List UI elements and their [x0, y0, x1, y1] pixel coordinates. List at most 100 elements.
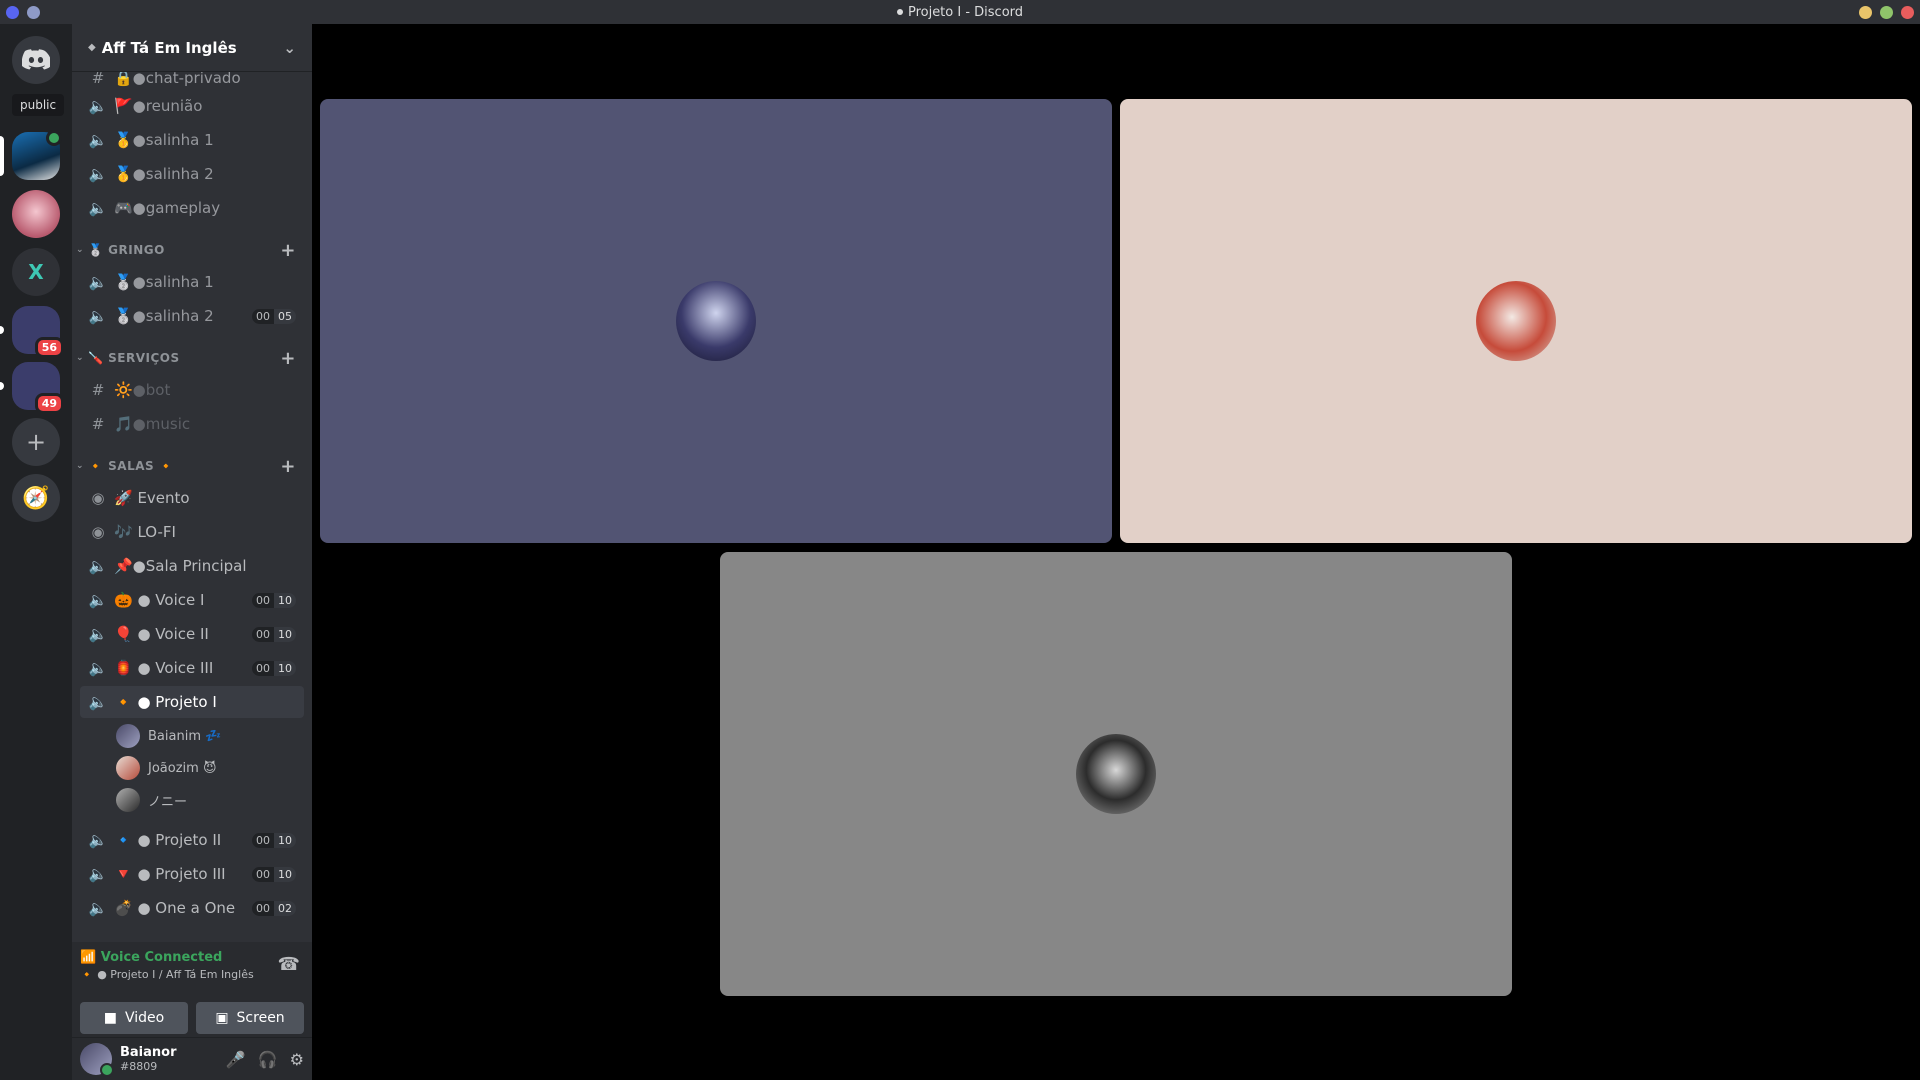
avatar	[116, 756, 140, 780]
voice-channel-icon: 🔈	[88, 899, 108, 917]
avatar	[116, 724, 140, 748]
voice-channel-icon: 🔈	[88, 625, 108, 643]
channel-gameplay[interactable]: 🔈 🎮●gameplay	[80, 192, 304, 224]
pin-window-icon[interactable]	[27, 5, 40, 19]
voice-user-joaozim[interactable]: Joãozim 😈	[116, 754, 217, 782]
create-channel-button[interactable]: +	[280, 240, 296, 261]
voice-locked-icon: 🔈	[88, 97, 108, 115]
channel-sidebar: ◆ Aff Tá Em Inglês ⌄ # 🔒●chat-privado 🔈 …	[72, 24, 312, 1080]
channel-one-a-one[interactable]: 🔈 💣 ● One a One 00 02	[80, 892, 304, 924]
voice-user-noni[interactable]: ノニー	[116, 786, 187, 814]
video-button[interactable]: ■ Video	[80, 1002, 188, 1034]
user-count-badge: 00 10	[252, 832, 296, 848]
avatar	[116, 788, 140, 812]
explore-servers-button[interactable]: 🧭	[12, 474, 60, 522]
window-titlebar: Projeto I - Discord	[0, 0, 1920, 24]
microphone-icon[interactable]: 🎤	[226, 1050, 246, 1069]
user-count-badge: 00 10	[252, 866, 296, 882]
create-channel-button[interactable]: +	[280, 456, 296, 477]
channel-gringo-salinha-1[interactable]: 🔈 🥈●salinha 1	[80, 266, 304, 298]
voice-locked-icon: 🔈	[88, 165, 108, 183]
channel-bot[interactable]: # 🔆●bot	[80, 374, 304, 406]
voice-indicator-icon	[46, 130, 62, 146]
camera-icon: ■	[103, 1010, 117, 1026]
voice-locked-icon: 🔈	[88, 199, 108, 217]
voice-channel-path[interactable]: 🔸 ● Projeto I / Aff Tá Em Inglês	[80, 968, 254, 981]
channel-projeto-ii[interactable]: 🔈 🔹 ● Projeto II 00 10	[80, 824, 304, 856]
minimize-button[interactable]	[1859, 5, 1872, 19]
code-x-icon: X	[28, 260, 44, 284]
channel-list: # 🔒●chat-privado 🔈 🚩●reunião 🔈 🥇●salinha…	[72, 72, 312, 942]
channel-reuniao[interactable]: 🔈 🚩●reunião	[80, 90, 304, 122]
avatar	[1476, 281, 1556, 361]
server-vscode[interactable]: X	[12, 248, 60, 296]
voice-locked-icon: 🔈	[88, 131, 108, 149]
plus-icon: +	[25, 428, 47, 456]
chevron-down-icon: ⌄	[76, 461, 85, 471]
stage-channel-icon: ◉	[91, 523, 105, 541]
headphones-icon[interactable]: 🎧	[258, 1050, 278, 1069]
server-tooltip: public	[12, 94, 65, 116]
home-button[interactable]	[12, 36, 60, 84]
participant-tile-joaozim[interactable]	[1120, 99, 1912, 543]
user-count-badge: 00 10	[252, 660, 296, 676]
selected-server-pill	[0, 136, 4, 176]
user-count-badge: 00 10	[252, 592, 296, 608]
username: Baianor	[120, 1045, 177, 1060]
chevron-down-icon: ⌄	[76, 353, 85, 363]
channel-voice-ii[interactable]: 🔈 🎈 ● Voice II 00 10	[80, 618, 304, 650]
maximize-button[interactable]	[1880, 5, 1893, 19]
channel-evento[interactable]: ◉ 🚀 Evento	[80, 482, 304, 514]
server-anime-avatar[interactable]	[12, 190, 60, 238]
channel-voice-iii[interactable]: 🔈 🏮 ● Voice III 00 10	[80, 652, 304, 684]
text-channel-icon: #	[91, 381, 105, 399]
category-gringo[interactable]: ⌄ 🥈 GRINGO +	[72, 240, 312, 261]
voice-connection-panel: 📶 Voice Connected 🔸 ● Projeto I / Aff Tá…	[72, 942, 312, 1038]
channel-salinha-1[interactable]: 🔈 🥇●salinha 1	[80, 124, 304, 156]
gear-icon[interactable]: ⚙	[290, 1050, 304, 1069]
channel-gringo-salinha-2[interactable]: 🔈 🥈●salinha 2 00 05	[80, 300, 304, 332]
signal-icon: 📶	[80, 950, 97, 965]
compass-icon: 🧭	[22, 485, 50, 511]
server-folder-2[interactable]: 49	[12, 362, 64, 414]
guild-header[interactable]: ◆ Aff Tá Em Inglês ⌄	[72, 24, 312, 72]
channel-projeto-iii[interactable]: 🔈 🔻 ● Projeto III 00 10	[80, 858, 304, 890]
disconnect-icon[interactable]: ☎	[278, 954, 300, 975]
user-tag: #8809	[120, 1060, 158, 1073]
category-servicos[interactable]: ⌄ 🪛 SERVIÇOS +	[72, 348, 312, 369]
voice-status[interactable]: 📶 Voice Connected	[80, 950, 222, 965]
guild-verified-icon: ◆	[88, 42, 96, 53]
close-button[interactable]	[1901, 5, 1914, 19]
text-channel-icon: #	[91, 72, 105, 87]
user-info[interactable]: Baianor #8809	[120, 1045, 177, 1073]
unread-pill	[0, 326, 4, 334]
channel-sala-principal[interactable]: 🔈 📌●Sala Principal	[80, 550, 304, 582]
participant-tile-noni[interactable]	[720, 552, 1512, 996]
server-folder-1[interactable]: 56	[12, 306, 64, 358]
chevron-down-icon: ⌄	[76, 245, 85, 255]
channel-salinha-2[interactable]: 🔈 🥇●salinha 2	[80, 158, 304, 190]
participant-tile-baianim[interactable]	[320, 99, 1112, 543]
channel-projeto-i[interactable]: 🔈 🔸 ● Projeto I	[80, 686, 304, 718]
channel-lofi[interactable]: ◉ 🎶 LO-FI	[80, 516, 304, 548]
avatar	[1076, 734, 1156, 814]
channel-voice-i[interactable]: 🔈 🎃 ● Voice I 00 10	[80, 584, 304, 616]
add-server-button[interactable]: +	[12, 418, 60, 466]
server-aff-ta-em-ingles[interactable]	[12, 130, 62, 180]
avatar[interactable]	[80, 1043, 114, 1077]
voice-user-baianim[interactable]: Baianim 💤	[116, 722, 221, 750]
create-channel-button[interactable]: +	[280, 348, 296, 369]
user-count-badge: 00 05	[252, 308, 296, 324]
server-rail: public X 56 49 + 🧭	[0, 24, 72, 1080]
chevron-down-icon: ⌄	[283, 38, 296, 57]
channel-music[interactable]: # 🎵●music	[80, 408, 304, 440]
user-panel: Baianor #8809 🎤 🎧 ⚙	[72, 1038, 312, 1080]
screen-icon: ▣	[215, 1010, 229, 1026]
category-salas[interactable]: ⌄ 🔸 SALAS 🔸 +	[72, 456, 312, 477]
mention-badge: 56	[34, 337, 64, 358]
avatar	[676, 281, 756, 361]
voice-channel-icon: 🔈	[88, 693, 108, 711]
voice-channel-icon: 🔈	[88, 659, 108, 677]
screen-share-button[interactable]: ▣ Screen	[196, 1002, 304, 1034]
unread-pill	[0, 382, 4, 390]
